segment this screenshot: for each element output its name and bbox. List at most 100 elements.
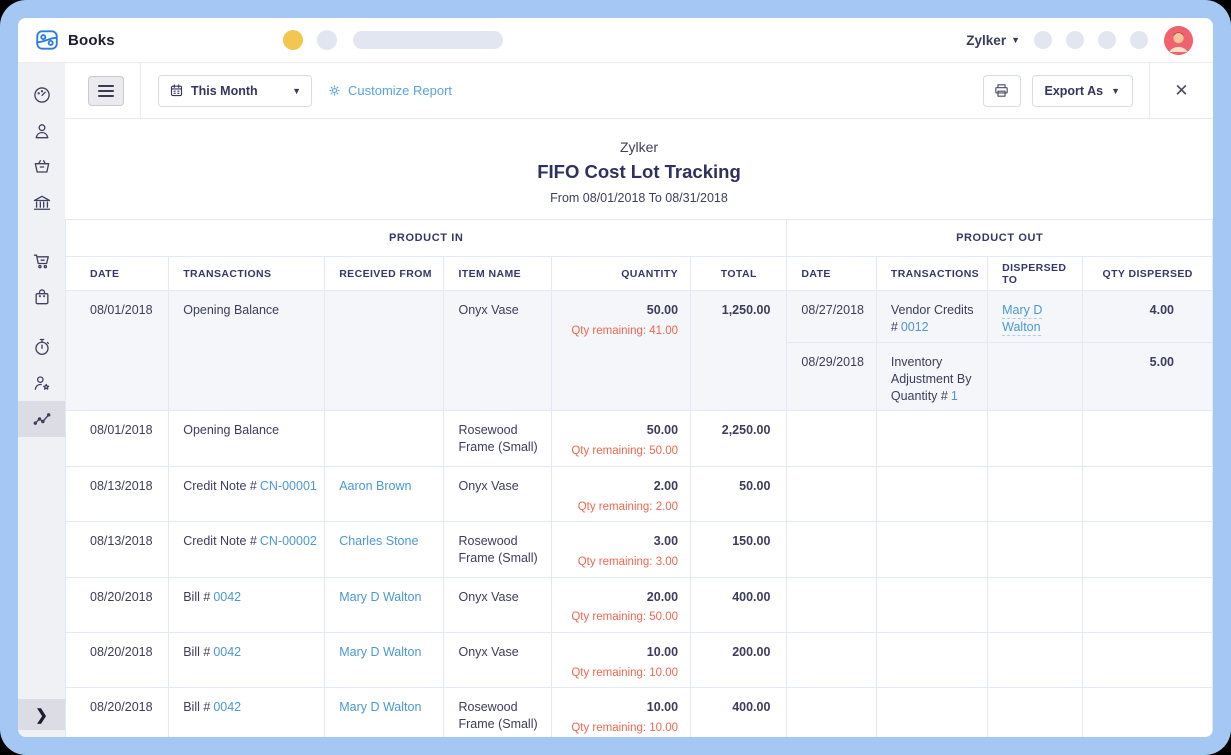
out-date: 08/29/2018 <box>787 342 876 411</box>
out-date <box>787 577 876 632</box>
contacts-icon <box>32 121 52 141</box>
export-as-button[interactable]: Export As ▼ <box>1032 75 1134 107</box>
report-toolbar: This Month ▼ Customize Report <box>65 63 1213 119</box>
in-item-name: Onyx Vase <box>444 632 552 687</box>
in-transaction: Bill #0042 <box>169 577 325 632</box>
topbar-yellow-dot <box>283 30 303 50</box>
sidebar-item-contacts[interactable] <box>18 113 65 149</box>
in-transaction: Opening Balance <box>169 291 325 411</box>
table-row: 08/01/2018 Opening Balance Onyx Vase 50.… <box>66 291 1213 343</box>
contact-link[interactable]: Aaron Brown <box>339 479 411 493</box>
table-row: 08/20/2018 Bill #0042 Mary D Walton Rose… <box>66 688 1213 737</box>
topbar-icon-button-4[interactable] <box>1130 31 1148 49</box>
in-total: 400.00 <box>691 688 787 737</box>
out-qty-dispersed <box>1083 411 1213 466</box>
avatar-image <box>1164 26 1193 55</box>
user-avatar[interactable] <box>1164 26 1193 55</box>
in-received-from: Mary D Walton <box>325 632 444 687</box>
transaction-link[interactable]: 1 <box>951 389 958 403</box>
sidebar-item-items[interactable] <box>18 149 65 185</box>
sidebar-item-dashboard[interactable] <box>18 77 65 113</box>
sidebar-item-reports[interactable] <box>18 401 65 437</box>
contact-link[interactable]: Mary D Walton <box>339 645 421 659</box>
transaction-link[interactable]: 0042 <box>213 645 241 659</box>
out-qty-dispersed <box>1083 466 1213 521</box>
date-range-dropdown[interactable]: This Month ▼ <box>158 75 312 107</box>
out-date <box>787 688 876 737</box>
window-frame: Books Zylker ▼ <box>0 0 1231 755</box>
topbar-icon-button-3[interactable] <box>1098 31 1116 49</box>
report-date-range: From 08/01/2018 To 08/31/2018 <box>65 191 1213 205</box>
contact-link[interactable]: Mary D Walton <box>339 700 421 714</box>
col-in-total: TOTAL <box>691 257 787 291</box>
transaction-link[interactable]: 0042 <box>213 700 241 714</box>
in-item-name: Rosewood Frame (Small) <box>444 522 552 577</box>
contact-link[interactable]: Mary D Walton <box>1002 303 1042 336</box>
content: This Month ▼ Customize Report <box>65 63 1213 737</box>
app-window: Books Zylker ▼ <box>18 18 1213 737</box>
out-dispersed-to <box>988 342 1083 411</box>
brand: Books <box>34 27 115 53</box>
qty-remaining: Qty remaining: 50.00 <box>556 444 678 460</box>
reports-list-toggle-button[interactable] <box>88 76 124 106</box>
out-dispersed-to <box>988 688 1083 737</box>
topbar: Books Zylker ▼ <box>18 18 1213 63</box>
out-date: 08/27/2018 <box>787 291 876 343</box>
in-quantity: 50.00Qty remaining: 50.00 <box>552 411 691 466</box>
out-qty-dispersed: 4.00 <box>1083 291 1213 343</box>
in-transaction: Credit Note #CN-00001 <box>169 466 325 521</box>
sidebar-item-accountant[interactable] <box>18 365 65 401</box>
out-qty-dispersed: 5.00 <box>1083 342 1213 411</box>
topbar-right: Zylker ▼ <box>966 26 1193 55</box>
transaction-link[interactable]: 0012 <box>901 320 929 334</box>
contact-link[interactable]: Charles Stone <box>339 534 418 548</box>
gear-icon <box>327 83 342 98</box>
out-transaction: Vendor Credits #0012 <box>876 291 987 343</box>
topbar-icon-button-1[interactable] <box>1034 31 1052 49</box>
topbar-icon-button-2[interactable] <box>1066 31 1084 49</box>
close-icon: ✕ <box>1174 81 1188 100</box>
in-total: 50.00 <box>691 466 787 521</box>
sidebar-item-sales[interactable] <box>18 243 65 279</box>
out-dispersed-to: Mary D Walton <box>988 291 1083 343</box>
transaction-link[interactable]: CN-00001 <box>260 479 317 493</box>
in-received-from <box>325 291 444 411</box>
customize-report-link[interactable]: Customize Report <box>327 83 452 98</box>
in-transaction: Credit Note #CN-00002 <box>169 522 325 577</box>
dashboard-icon <box>32 85 52 105</box>
in-total: 150.00 <box>691 522 787 577</box>
chevron-down-icon: ▼ <box>292 86 301 96</box>
contact-link[interactable]: Mary D Walton <box>339 590 421 604</box>
transaction-link[interactable]: CN-00002 <box>260 534 317 548</box>
table-row: 08/01/2018 Opening Balance Rosewood Fram… <box>66 411 1213 466</box>
sidebar-item-time-tracking[interactable] <box>18 329 65 365</box>
transaction-link[interactable]: 0042 <box>213 590 241 604</box>
close-report-button[interactable]: ✕ <box>1150 81 1213 101</box>
out-qty-dispersed <box>1083 632 1213 687</box>
brand-name: Books <box>68 32 115 49</box>
sidebar-item-banking[interactable] <box>18 185 65 221</box>
out-date <box>787 632 876 687</box>
in-date: 08/13/2018 <box>66 466 169 521</box>
in-received-from: Aaron Brown <box>325 466 444 521</box>
in-transaction: Opening Balance <box>169 411 325 466</box>
topbar-gray-dot <box>317 30 337 50</box>
in-quantity: 3.00Qty remaining: 3.00 <box>552 522 691 577</box>
sidebar: ❯ <box>18 63 65 737</box>
print-button[interactable] <box>983 75 1021 107</box>
in-item-name: Onyx Vase <box>444 291 552 411</box>
out-transaction <box>876 466 987 521</box>
product-in-group-header: PRODUCT IN <box>66 220 787 257</box>
in-total: 200.00 <box>691 632 787 687</box>
in-item-name: Rosewood Frame (Small) <box>444 411 552 466</box>
sidebar-expand-button[interactable]: ❯ <box>18 699 65 730</box>
in-transaction: Bill #0042 <box>169 688 325 737</box>
in-item-name: Rosewood Frame (Small) <box>444 688 552 737</box>
out-transaction <box>876 632 987 687</box>
report-org-name: Zylker <box>65 139 1213 155</box>
out-transaction <box>876 577 987 632</box>
in-date: 08/20/2018 <box>66 577 169 632</box>
org-dropdown[interactable]: Zylker ▼ <box>966 33 1020 48</box>
sidebar-item-purchases[interactable] <box>18 279 65 315</box>
toolbar-divider <box>140 63 141 118</box>
